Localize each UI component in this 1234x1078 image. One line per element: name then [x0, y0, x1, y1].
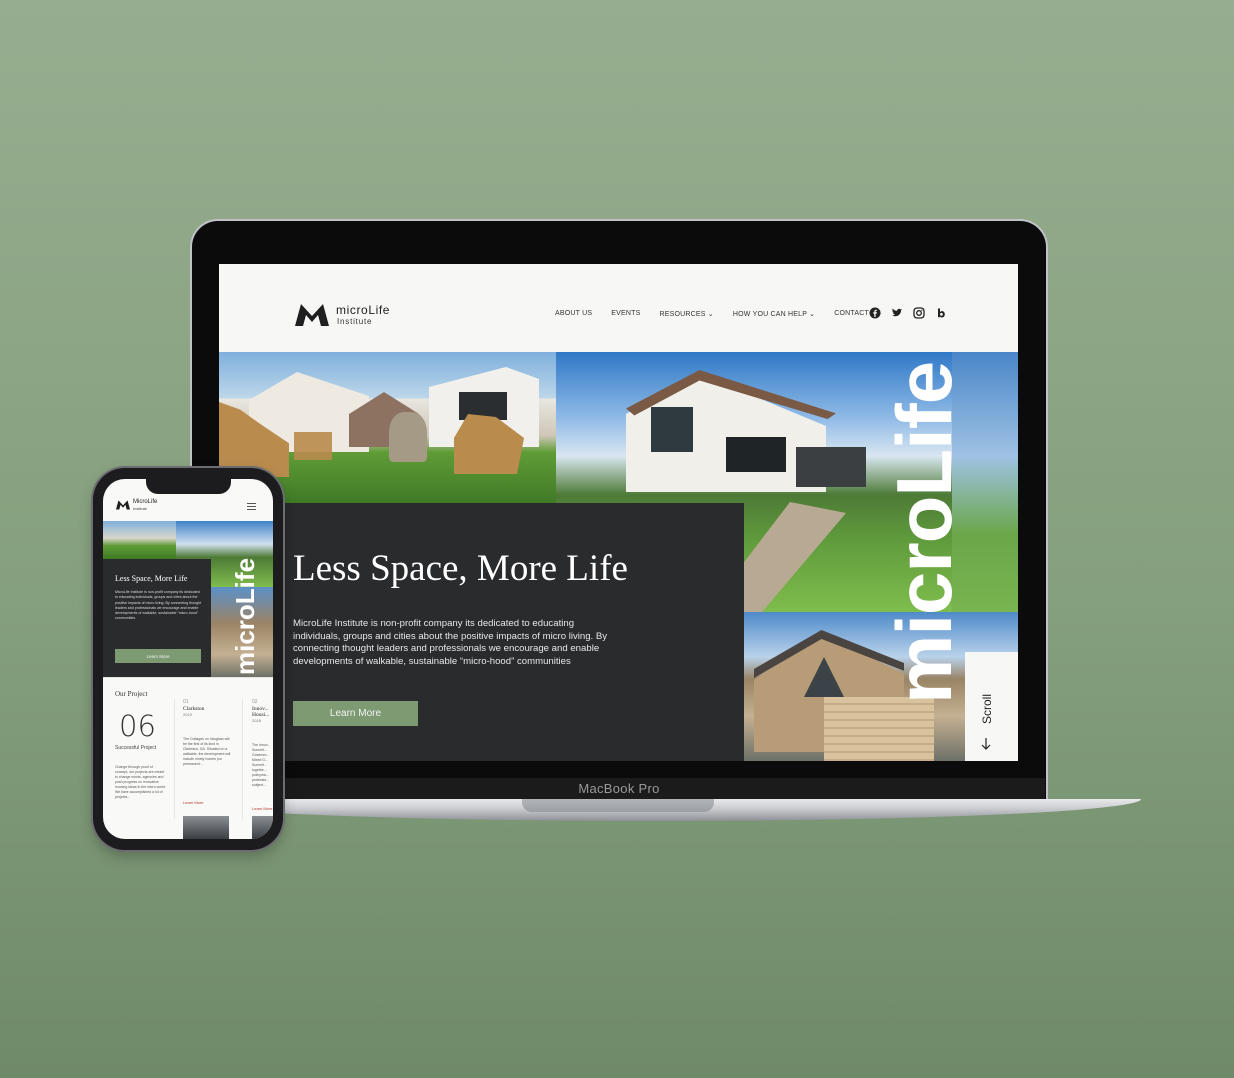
projects-count-label: Successful Project: [115, 745, 157, 751]
projects-intro: Change through proof of concept, our pro…: [115, 765, 166, 799]
scroll-label[interactable]: Scroll: [980, 694, 994, 724]
vertical-brand-text: microLife: [880, 361, 968, 704]
facebook-icon[interactable]: [869, 307, 881, 319]
nav-resources-label: RESOURCES: [659, 311, 706, 318]
hero-headline: Less Space, More Life: [293, 548, 628, 589]
section-divider: [103, 677, 273, 678]
project-thumbnail[interactable]: [252, 816, 273, 839]
project-title: Innov... Housi...: [252, 706, 270, 718]
laptop-screen: microLife Institute ABOUT US EVENTS RESO…: [219, 264, 1018, 761]
logo-subtitle: Institute: [337, 317, 373, 326]
phone-screen: MicroLife Institute Less Space, More Lif…: [103, 479, 273, 839]
nav-about-us[interactable]: ABOUT US: [555, 310, 592, 318]
mobile-learn-more-button[interactable]: Learn More: [115, 649, 201, 663]
project-year: 2019: [183, 712, 192, 717]
project-description: The Cottages on Vaughan will be the firs…: [183, 737, 231, 766]
microlife-logo-icon[interactable]: [295, 302, 329, 326]
mobile-photo-courtyard: [103, 521, 176, 559]
chevron-down-icon: ⌄: [707, 311, 714, 318]
nav-how-you-can-help[interactable]: HOW YOU CAN HELP ⌄: [733, 310, 815, 318]
nav-events[interactable]: EVENTS: [611, 310, 640, 318]
projects-title: Our Project: [115, 690, 148, 698]
microlife-logo-icon[interactable]: [116, 499, 130, 510]
arrow-down-icon[interactable]: [980, 737, 992, 751]
hamburger-menu-icon[interactable]: [247, 503, 256, 510]
project-card-innovative-housing: 02 Innov... Housi... 2018 The Innov... S…: [252, 699, 273, 811]
nav-help-label: HOW YOU CAN HELP: [732, 311, 807, 318]
social-links: [869, 307, 947, 319]
laptop-opening-notch: [522, 799, 714, 812]
instagram-icon[interactable]: [913, 307, 925, 319]
project-thumbnail[interactable]: [183, 816, 229, 839]
mobile-logo-name[interactable]: MicroLife: [133, 499, 157, 505]
twitter-icon[interactable]: [891, 307, 903, 319]
main-nav: ABOUT US EVENTS RESOURCES ⌄ HOW YOU CAN …: [555, 310, 881, 318]
mobile-vertical-brand-text: microLife: [230, 557, 260, 675]
laptop-brand-label: MacBook Pro: [578, 781, 660, 796]
mobile-hero-headline: Less Space, More Life: [115, 574, 188, 583]
project-number: 02: [252, 699, 258, 705]
column-divider: [174, 699, 175, 819]
behance-icon[interactable]: [935, 307, 947, 319]
project-learn-more-link[interactable]: Learn More: [252, 806, 273, 811]
hero-description: MicroLife Institute is non-profit compan…: [293, 618, 608, 667]
mobile-logo-subtitle: Institute: [133, 506, 148, 511]
column-divider: [242, 699, 243, 819]
learn-more-button[interactable]: Learn More: [293, 701, 418, 726]
project-card-clarkston: 01 Clarkston 2019 The Cottages on Vaugha…: [183, 699, 233, 805]
project-year: 2018: [252, 718, 261, 723]
nav-resources[interactable]: RESOURCES ⌄: [659, 310, 713, 318]
chevron-down-icon: ⌄: [809, 311, 816, 318]
mobile-hero-description: MicroLife Institute is non-profit compan…: [115, 590, 202, 621]
project-learn-more-link[interactable]: Learn More: [183, 800, 233, 805]
phone-notch: [146, 478, 231, 494]
projects-count: 06: [119, 709, 156, 743]
project-number: 01: [183, 699, 189, 705]
project-description: The Innov... Summit... Governm... Mixed …: [252, 743, 271, 787]
site-header: microLife Institute ABOUT US EVENTS RESO…: [219, 264, 1018, 352]
logo-name[interactable]: microLife: [336, 303, 390, 317]
